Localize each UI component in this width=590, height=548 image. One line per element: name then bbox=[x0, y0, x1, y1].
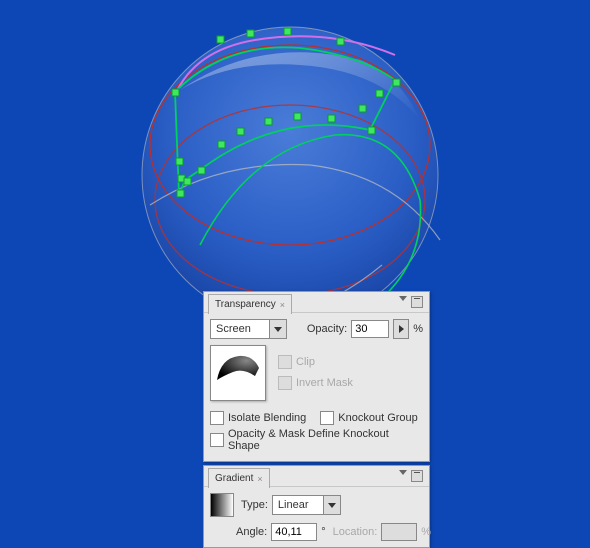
blend-mode-select[interactable]: Screen bbox=[210, 319, 287, 339]
panel-menu-icon[interactable] bbox=[399, 470, 407, 475]
chevron-down-icon bbox=[274, 327, 282, 332]
pct-label: % bbox=[413, 323, 423, 335]
panel-menu-icon[interactable] bbox=[399, 296, 407, 301]
type-label: Type: bbox=[241, 499, 268, 511]
transparency-thumbnail[interactable] bbox=[210, 345, 266, 401]
transparency-panel: Transparency × Screen Opacity: % bbox=[203, 291, 430, 462]
invert-mask-checkbox: Invert Mask bbox=[278, 376, 353, 390]
gradient-panel: Gradient × Type: Linear Angle: ° Locatio… bbox=[203, 465, 430, 548]
gradient-type-select[interactable]: Linear bbox=[272, 495, 341, 515]
close-icon[interactable]: × bbox=[280, 300, 285, 310]
minimize-icon[interactable] bbox=[411, 470, 423, 482]
blend-mode-value: Screen bbox=[211, 323, 269, 335]
tab-label: Transparency bbox=[215, 299, 276, 310]
gradient-type-value: Linear bbox=[273, 499, 323, 511]
opacity-slider-button[interactable] bbox=[393, 319, 409, 339]
clip-checkbox: Clip bbox=[278, 355, 315, 369]
transparency-panel-header: Transparency × bbox=[204, 292, 429, 313]
gradient-panel-header: Gradient × bbox=[204, 466, 429, 487]
location-label: Location: bbox=[333, 526, 378, 538]
gradient-tab[interactable]: Gradient × bbox=[208, 468, 270, 488]
minimize-icon[interactable] bbox=[411, 296, 423, 308]
opacity-label: Opacity: bbox=[307, 323, 347, 335]
opacity-input[interactable] bbox=[351, 320, 389, 338]
deg-label: ° bbox=[321, 526, 325, 538]
isolate-blending-checkbox[interactable]: Isolate Blending bbox=[210, 411, 306, 425]
gradient-swatch[interactable] bbox=[210, 493, 234, 517]
transparency-tab[interactable]: Transparency × bbox=[208, 294, 292, 314]
tab-label: Gradient bbox=[215, 473, 253, 484]
chevron-down-icon bbox=[328, 503, 336, 508]
pct-label: % bbox=[421, 526, 431, 538]
chevron-right-icon bbox=[399, 325, 404, 333]
knockout-group-checkbox[interactable]: Knockout Group bbox=[320, 411, 418, 425]
opacity-mask-knockout-checkbox[interactable]: Opacity & Mask Define Knockout Shape bbox=[210, 428, 423, 452]
angle-input[interactable] bbox=[271, 523, 317, 541]
angle-label: Angle: bbox=[236, 526, 267, 538]
location-input bbox=[381, 523, 417, 541]
close-icon[interactable]: × bbox=[257, 474, 262, 484]
